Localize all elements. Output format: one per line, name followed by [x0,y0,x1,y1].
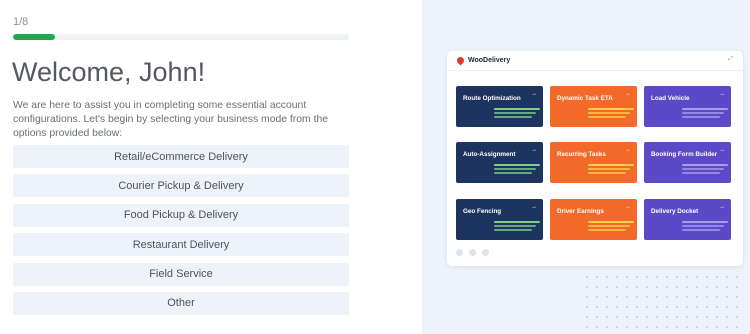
decorative-bar [494,116,532,118]
onboarding-panel: 1/8 Welcome, John! We are here to assist… [0,0,422,334]
feature-tile-label: Route Optimization [463,95,521,102]
decorative-bar [588,108,634,110]
option-other[interactable]: Other [13,291,349,315]
decorative-bar [588,221,634,223]
dot-pattern [582,272,742,334]
decorative-bar [682,116,720,118]
pagination-dot [482,249,489,256]
app-name: WooDelivery [468,57,511,64]
decorative-bar [494,168,536,170]
decorative-bar [682,221,728,223]
feature-tile-label: Load Vehicle [651,95,690,102]
feature-tile-dynamic-task-eta[interactable]: Dynamic Task ETA → [550,86,637,127]
decorative-bar [494,172,532,174]
decorative-bar [682,164,728,166]
decorative-bar [682,112,724,114]
expand-icon: ⤢ [728,56,734,62]
step-indicator: 1/8 [13,16,29,28]
option-field-service[interactable]: Field Service [13,262,349,286]
arrow-icon: → [719,91,725,97]
arrow-icon: → [625,147,631,153]
feature-tile-booking-form-builder[interactable]: Booking Form Builder → [644,142,731,183]
feature-tile-delivery-docket[interactable]: Delivery Docket → [644,199,731,240]
feature-tile-label: Booking Form Builder [651,151,718,158]
feature-tile-label: Recurring Tasks [557,151,606,158]
decorative-bar [682,108,728,110]
option-retail-ecommerce[interactable]: Retail/eCommerce Delivery [13,145,349,168]
arrow-icon: → [531,204,537,210]
pagination-dots [456,249,495,256]
app-preview-card: WooDelivery ⤢ Route Optimization → Dynamic… [447,51,743,266]
feature-tile-label: Auto-Assignment [463,151,516,158]
preview-panel: WooDelivery ⤢ Route Optimization → Dynamic… [422,0,750,334]
arrow-icon: → [625,91,631,97]
decorative-bar [494,108,540,110]
location-pin-icon [455,55,466,66]
arrow-icon: → [531,91,537,97]
feature-tile-label: Driver Earnings [557,208,604,215]
feature-tile-label: Delivery Docket [651,208,699,215]
decorative-bar [588,116,626,118]
decorative-bar [588,172,626,174]
app-preview-header: WooDelivery ⤢ [447,51,743,71]
option-courier-pickup[interactable]: Courier Pickup & Delivery [13,174,349,198]
decorative-bar [588,112,630,114]
decorative-bar [588,229,626,231]
option-food-pickup[interactable]: Food Pickup & Delivery [13,203,349,227]
feature-tile-label: Geo Fencing [463,208,502,215]
page-title: Welcome, John! [12,57,206,87]
decorative-bar [682,225,724,227]
decorative-bar [588,225,630,227]
business-mode-options: Retail/eCommerce Delivery Courier Pickup… [13,145,349,321]
option-restaurant-delivery[interactable]: Restaurant Delivery [13,233,349,257]
decorative-bar [588,168,630,170]
progress-bar [13,34,349,40]
decorative-bar [682,172,720,174]
arrow-icon: → [719,147,725,153]
arrow-icon: → [719,204,725,210]
decorative-bar [682,229,720,231]
intro-text: We are here to assist you in completing … [13,100,329,139]
feature-tile-label: Dynamic Task ETA [557,95,613,102]
arrow-icon: → [625,204,631,210]
feature-tile-recurring-tasks[interactable]: Recurring Tasks → [550,142,637,183]
feature-tile-driver-earnings[interactable]: Driver Earnings → [550,199,637,240]
decorative-bar [494,221,540,223]
feature-tile-route-optimization[interactable]: Route Optimization → [456,86,543,127]
feature-tile-auto-assignment[interactable]: Auto-Assignment → [456,142,543,183]
decorative-bar [494,229,532,231]
pagination-dot [469,249,476,256]
feature-tile-load-vehicle[interactable]: Load Vehicle → [644,86,731,127]
app-logo: WooDelivery [455,55,511,66]
feature-tile-geo-fencing[interactable]: Geo Fencing → [456,199,543,240]
decorative-bar [588,164,634,166]
pagination-dot [456,249,463,256]
decorative-bar [682,168,724,170]
decorative-bar [494,112,536,114]
progress-fill [13,34,55,40]
arrow-icon: → [531,147,537,153]
decorative-bar [494,225,536,227]
decorative-bar [494,164,540,166]
